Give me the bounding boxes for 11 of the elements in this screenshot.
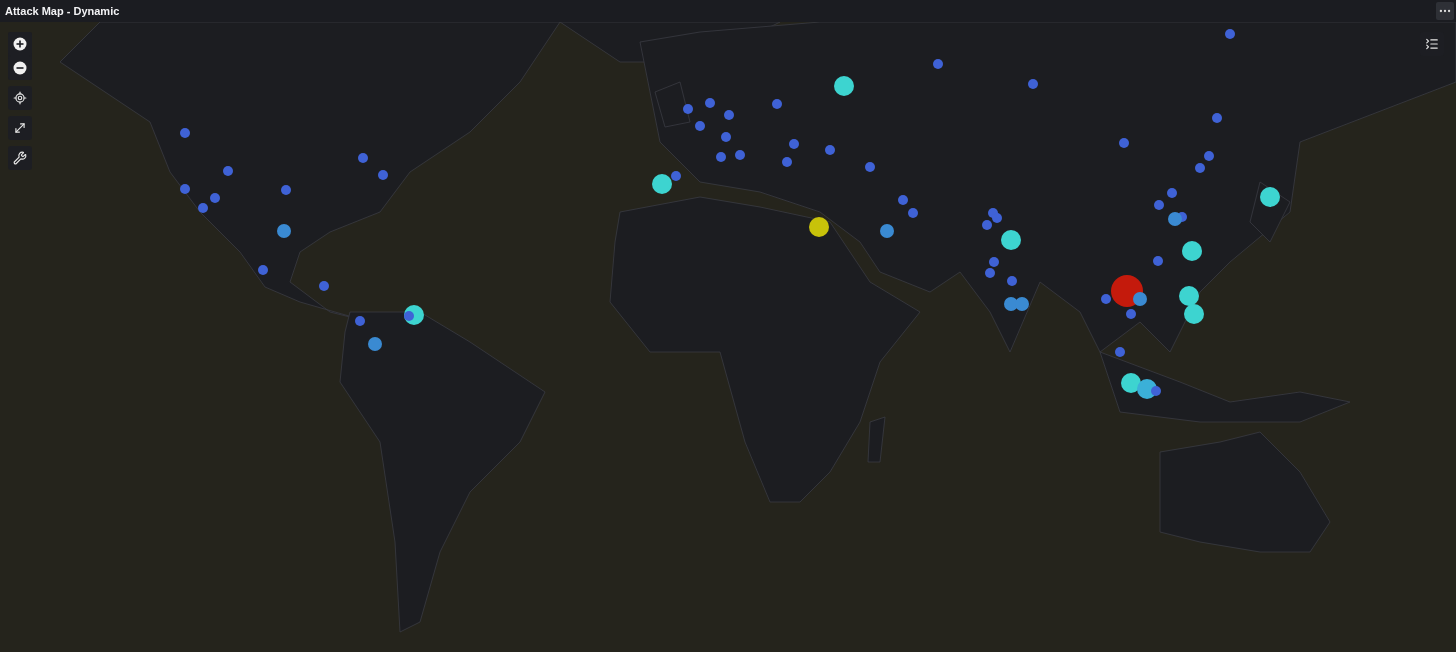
locate-button[interactable]	[8, 86, 32, 110]
list-icon	[1425, 37, 1439, 51]
zoom-out-icon	[13, 61, 27, 75]
crosshair-icon	[13, 91, 27, 105]
wrench-icon	[13, 151, 27, 165]
zoom-in-icon	[13, 37, 27, 51]
tools-button[interactable]	[8, 146, 32, 170]
diagonal-arrow-icon	[13, 121, 27, 135]
panel-title: Attack Map - Dynamic	[5, 5, 120, 17]
expand-button[interactable]	[8, 116, 32, 140]
menu-button[interactable]	[1436, 2, 1454, 20]
